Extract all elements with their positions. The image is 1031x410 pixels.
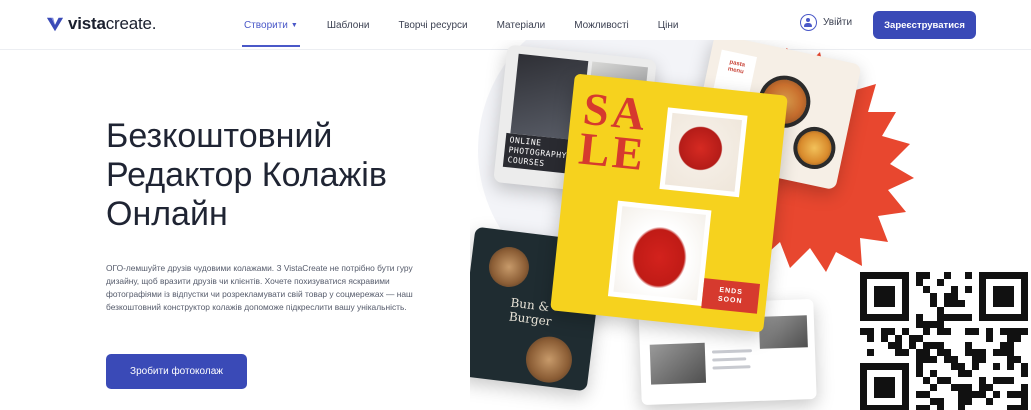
- hero-title-line: Безкоштовний: [106, 117, 333, 155]
- user-icon: [800, 14, 817, 31]
- photo-card-caption: ONLINE PHOTOGRAPHY COURSES: [502, 132, 573, 174]
- hero-title-line: Редактор Колажів: [106, 156, 387, 194]
- hero-title: Безкоштовний Редактор Колажів Онлайн: [106, 117, 486, 234]
- hero-title-line: Онлайн: [106, 195, 228, 233]
- burger-image: [486, 244, 532, 290]
- brochure-text-line: [712, 365, 751, 370]
- qr-code: [858, 266, 1031, 410]
- fashion-photo: [659, 107, 748, 198]
- brochure-text-line: [711, 349, 753, 354]
- brochure-image: [649, 342, 707, 385]
- brochure-image: [758, 315, 808, 349]
- brochure-text-line: [712, 357, 747, 362]
- nav-item-create[interactable]: Створити ▼: [242, 0, 300, 50]
- signup-button[interactable]: Зареєструватися: [873, 11, 976, 39]
- hero-description: ОГО-лемшуйте друзів чудовими колажами. З…: [106, 263, 413, 312]
- nav-item-creative-assets[interactable]: Творчі ресурси: [398, 0, 467, 50]
- red-dress-photo: [607, 200, 712, 306]
- sale-headline: SA LE: [576, 82, 651, 181]
- login-label: Увійти: [823, 17, 853, 28]
- nav-item-templates[interactable]: Шаблони: [327, 0, 370, 50]
- qr-code-image: [860, 272, 1028, 410]
- dish-image: [789, 123, 840, 173]
- burger-image: [523, 333, 575, 386]
- vistacreate-logo[interactable]: vistacreate.: [46, 14, 157, 34]
- dark-card-caption: Bun & Burger: [508, 295, 553, 329]
- make-collage-button[interactable]: Зробити фотоколаж: [106, 354, 247, 389]
- ends-soon-tag: ENDS SOON: [701, 278, 761, 314]
- logo-icon: [46, 17, 64, 32]
- logo-text: vistacreate.: [68, 14, 157, 33]
- chevron-down-icon: ▼: [290, 21, 298, 29]
- sale-poster-card: SA LE ENDS SOON: [550, 73, 788, 333]
- login-link[interactable]: Увійти: [800, 14, 852, 31]
